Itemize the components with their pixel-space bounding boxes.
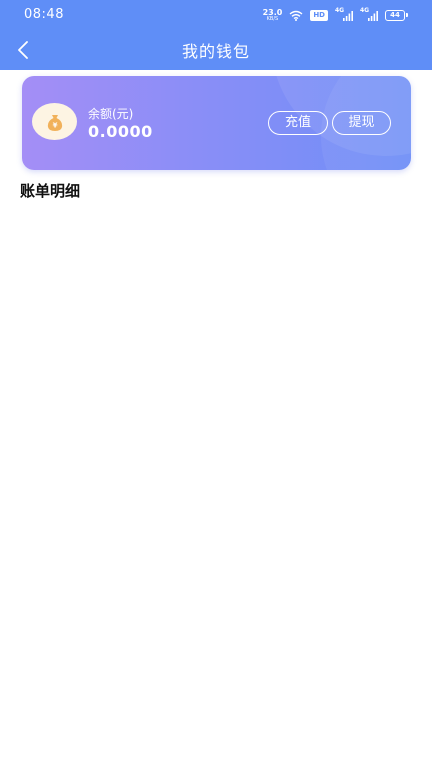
recharge-button[interactable]: 充值 [268,111,328,135]
net-speed-unit: KB/S [266,15,279,22]
page-title: 我的钱包 [181,42,250,61]
withdraw-button[interactable]: 提现 [332,111,391,135]
battery-icon: 44 [385,9,408,21]
bill-details-title: 账单明细 [20,182,81,200]
signal-icon: 4G [360,7,378,21]
money-bag-icon: ¥ [32,103,77,140]
status-bar: 08:48 23.0 KB/S HD 4G 4G 44 [0,0,432,30]
wifi-icon [289,6,303,25]
balance-value: 0.0000 [88,122,153,141]
battery-level: 44 [385,9,405,21]
balance-label: 余额(元) [88,107,134,121]
wallet-balance-card: ¥ 余额(元) 0.0000 充值 提现 [22,76,411,170]
hd-badge: HD [310,9,328,21]
net-speed-indicator: 23.0 KB/S [263,8,283,22]
status-icons: 23.0 KB/S HD 4G 4G 44 [263,7,408,23]
status-time: 08:48 [24,7,64,22]
app-header: 08:48 23.0 KB/S HD 4G 4G 44 我的钱包 [0,0,432,70]
signal-icon: 4G [335,7,353,21]
svg-text:¥: ¥ [52,121,57,129]
